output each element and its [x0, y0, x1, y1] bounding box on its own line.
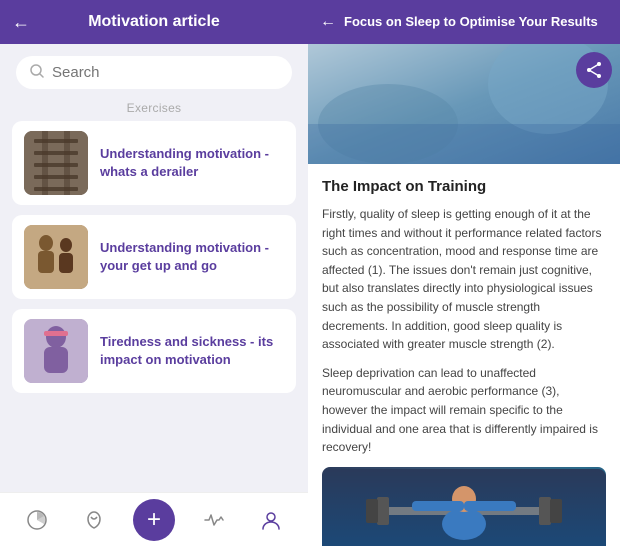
article-thumbnail-1	[24, 131, 88, 195]
back-button-right[interactable]: ←	[320, 13, 336, 31]
right-panel-title: Focus on Sleep to Optimise Your Results	[344, 14, 598, 31]
list-item[interactable]: Tiredness and sickness - its impact on m…	[12, 309, 296, 393]
list-item[interactable]: Understanding motivation - whats a derai…	[12, 121, 296, 205]
paragraph-1: Firstly, quality of sleep is getting eno…	[322, 205, 606, 354]
search-container	[0, 44, 308, 97]
section-title: The Impact on Training	[322, 178, 606, 195]
search-bar	[16, 56, 292, 89]
list-item[interactable]: Understanding motivation - your get up a…	[12, 215, 296, 299]
search-icon	[30, 64, 44, 81]
content-body: The Impact on Training Firstly, quality …	[308, 164, 620, 546]
paragraph-2: Sleep deprivation can lead to unaffected…	[322, 364, 606, 457]
article-thumbnail-2	[24, 225, 88, 289]
content-image	[322, 467, 606, 546]
share-button[interactable]	[576, 52, 612, 88]
bottom-nav: +	[0, 492, 308, 546]
article-title-3: Tiredness and sickness - its impact on m…	[100, 333, 284, 369]
search-input[interactable]	[52, 64, 278, 81]
article-title-2: Understanding motivation - your get up a…	[100, 239, 284, 275]
article-title-1: Understanding motivation - whats a derai…	[100, 145, 284, 181]
nav-health-icon[interactable]	[196, 502, 232, 538]
right-header: ← Focus on Sleep to Optimise Your Result…	[308, 0, 620, 44]
nav-profile-icon[interactable]	[253, 502, 289, 538]
left-panel: ← Motivation article Exercises	[0, 0, 308, 546]
left-header: ← Motivation article	[0, 0, 308, 44]
nav-stats-icon[interactable]	[19, 502, 55, 538]
right-panel: ← Focus on Sleep to Optimise Your Result…	[308, 0, 620, 546]
articles-list: Understanding motivation - whats a derai…	[0, 121, 308, 492]
nav-nutrition-icon[interactable]	[76, 502, 112, 538]
nav-add-button[interactable]: +	[133, 499, 175, 541]
article-thumbnail-3	[24, 319, 88, 383]
back-button-left[interactable]: ←	[12, 12, 30, 33]
article-content: The Impact on Training Firstly, quality …	[308, 44, 620, 546]
hero-image	[308, 44, 620, 164]
exercises-label: Exercises	[0, 97, 308, 121]
left-panel-title: Motivation article	[88, 13, 220, 31]
